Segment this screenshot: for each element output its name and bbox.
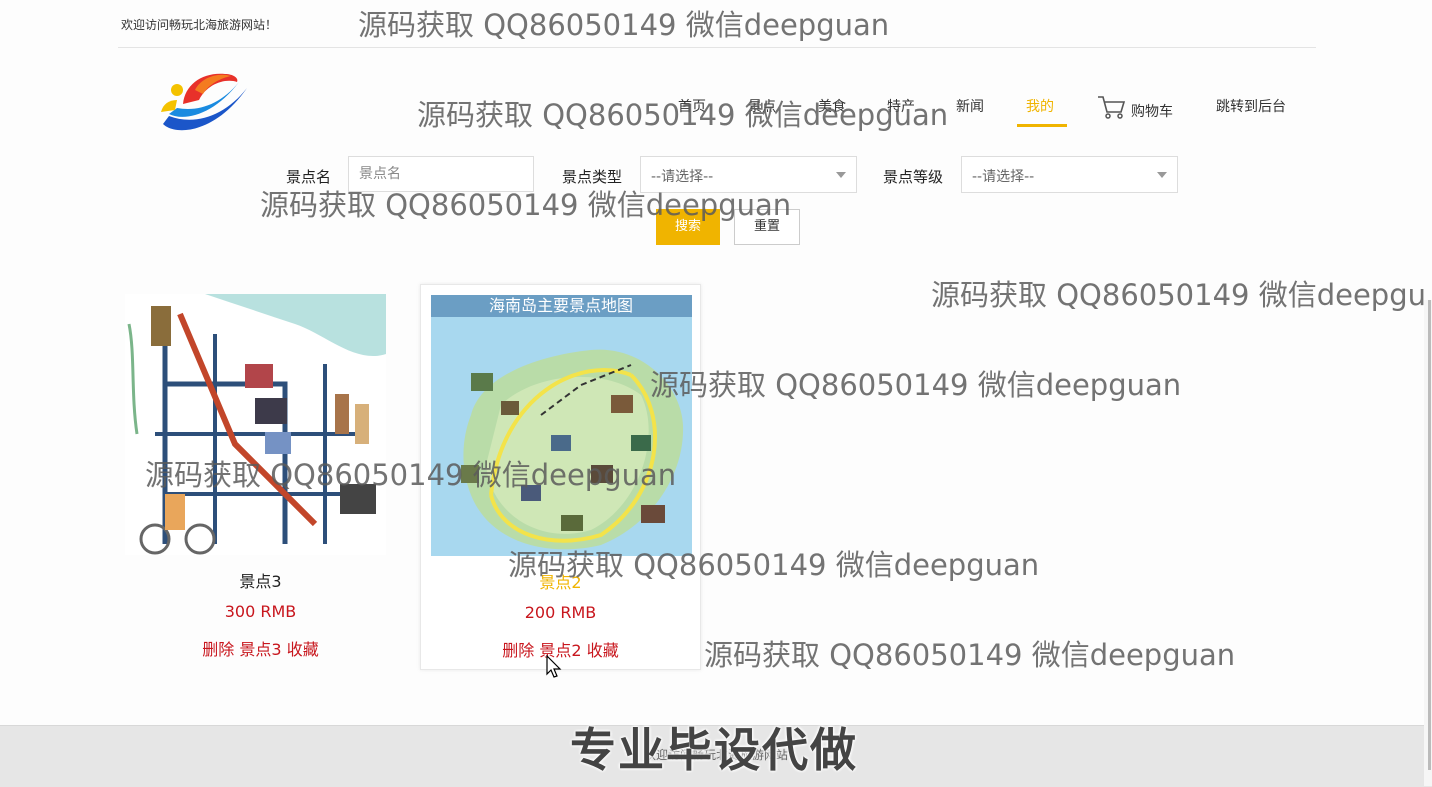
card-title[interactable]: 景点3 bbox=[120, 568, 401, 592]
favorite-link[interactable]: 收藏 bbox=[287, 640, 319, 659]
card-actions: 删除 景点3 收藏 bbox=[120, 636, 401, 660]
search-button[interactable]: 搜索 bbox=[656, 209, 720, 245]
nav-specialty[interactable]: 特产 bbox=[887, 96, 915, 118]
type-label: 景点类型 bbox=[562, 168, 623, 186]
chevron-down-icon bbox=[1157, 172, 1167, 178]
scenic-image[interactable] bbox=[125, 294, 386, 555]
card-price: 200 RMB bbox=[524, 603, 597, 622]
card-title[interactable]: 景点2 bbox=[421, 569, 700, 593]
nav-mine[interactable]: 我的 bbox=[1026, 96, 1054, 118]
scenic-card[interactable]: 海南岛主要景点地图 景点2 200 RMB 删除 景点2 收藏 bbox=[420, 284, 701, 670]
chevron-down-icon bbox=[836, 172, 846, 178]
nav-admin[interactable]: 跳转到后台 bbox=[1216, 96, 1286, 118]
watermark-text: 源码获取 QQ86050149 微信deepgu bbox=[931, 278, 1426, 312]
scrollbar-thumb[interactable] bbox=[1428, 300, 1431, 770]
nav-home[interactable]: 首页 bbox=[678, 96, 706, 118]
favorite-link[interactable]: 收藏 bbox=[587, 641, 619, 660]
scenic-image[interactable]: 海南岛主要景点地图 bbox=[431, 295, 692, 556]
nav-cart[interactable]: 购物车 bbox=[1131, 101, 1173, 123]
welcome-text: 欢迎访问畅玩北海旅游网站！ bbox=[121, 18, 278, 32]
watermark-text: 源码获取 QQ86050149 微信deepguan bbox=[704, 638, 1236, 672]
nav-active-indicator bbox=[1017, 124, 1067, 127]
name-label: 景点名 bbox=[286, 168, 332, 186]
card-item-name: 景点3 bbox=[239, 640, 282, 659]
card-price: 300 RMB bbox=[224, 602, 297, 621]
mouse-cursor-icon bbox=[546, 655, 562, 678]
level-select-value: --请选择-- bbox=[972, 169, 1035, 185]
main-nav: 首页 景点 美食 特产 新闻 我的 购物车 跳转到后台 bbox=[0, 96, 1432, 130]
nav-food[interactable]: 美食 bbox=[818, 96, 846, 118]
level-label: 景点等级 bbox=[883, 168, 944, 186]
watermark-text: 源码获取 QQ86050149 微信deepguan bbox=[650, 368, 1182, 402]
name-input[interactable] bbox=[348, 156, 534, 192]
scenic-card[interactable]: 景点3 300 RMB 删除 景点3 收藏 bbox=[120, 284, 401, 670]
type-select[interactable]: --请选择-- bbox=[640, 156, 857, 193]
delete-link[interactable]: 删除 bbox=[202, 640, 234, 659]
shopping-cart-icon[interactable] bbox=[1097, 94, 1127, 120]
delete-link[interactable]: 删除 bbox=[502, 641, 534, 660]
type-select-value: --请选择-- bbox=[651, 169, 714, 185]
overlay-banner: 专业毕设代做 bbox=[570, 723, 858, 777]
level-select[interactable]: --请选择-- bbox=[961, 156, 1178, 193]
nav-scenic[interactable]: 景点 bbox=[748, 96, 776, 118]
map-title: 海南岛主要景点地图 bbox=[489, 296, 633, 315]
reset-button[interactable]: 重置 bbox=[734, 209, 800, 245]
nav-news[interactable]: 新闻 bbox=[956, 96, 984, 118]
top-bar: 欢迎访问畅玩北海旅游网站！ bbox=[118, 0, 1316, 48]
